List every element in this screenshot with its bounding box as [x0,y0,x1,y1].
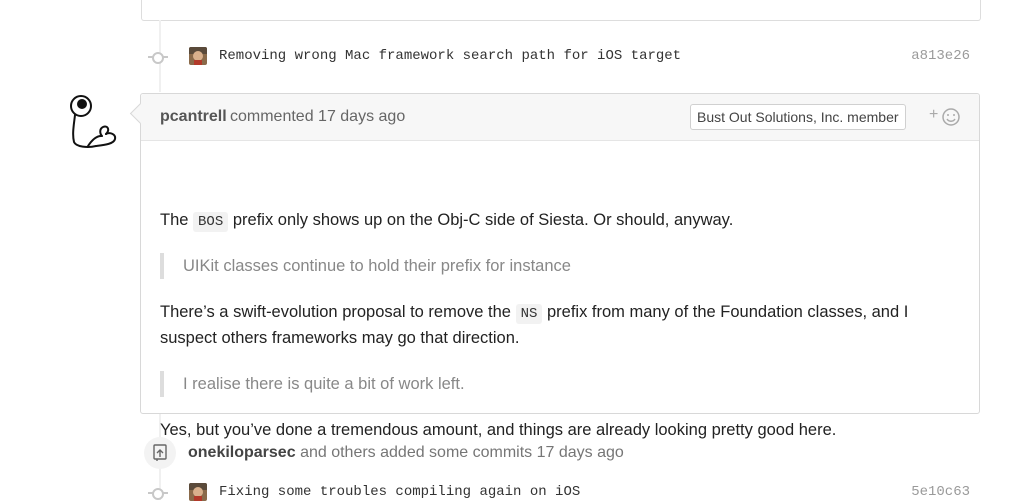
commit-row: Fixing some troubles compiling again on … [148,482,974,504]
comment-paragraph: suspect others frameworks may go that di… [160,329,520,347]
inline-code: BOS [193,212,229,232]
git-commit-icon [152,488,164,500]
commit-message-link[interactable]: Removing wrong Mac framework search path… [219,48,681,64]
comment-timestamp[interactable]: commented 17 days ago [230,108,405,126]
previous-comment-box [141,0,981,21]
commits-event: onekiloparsec and others added some comm… [188,444,624,461]
commit-author-avatar[interactable] [189,483,207,501]
comment-box: pcantrell commented 17 days ago Bust Out… [140,93,980,439]
comment-paragraph: There’s a swift-evolution proposal to re… [160,303,909,324]
event-actor-link[interactable]: onekiloparsec [188,444,296,461]
member-badge: Bust Out Solutions, Inc. member [690,104,906,130]
smiley-icon [942,108,960,126]
commit-author-avatar[interactable] [189,47,207,65]
avatar[interactable] [66,92,118,150]
blockquote: UIKit classes continue to hold their pre… [160,253,571,279]
inline-code: NS [515,304,543,324]
comment-paragraph: Yes, but you’ve done a tremendous amount… [160,421,837,439]
git-commit-icon [152,52,164,64]
add-reaction-button[interactable]: + [929,106,963,128]
commit-sha-link[interactable]: a813e26 [911,48,970,64]
comment-author-link[interactable]: pcantrell [160,108,227,126]
blockquote: I realise there is quite a bit of work l… [160,371,465,397]
commit-message-link[interactable]: Fixing some troubles compiling again on … [219,484,580,500]
commit-row: Removing wrong Mac framework search path… [148,46,974,68]
plus-icon: + [929,106,939,123]
comment-paragraph: The BOS prefix only shows up on the Obj-… [160,211,734,232]
commit-sha-link[interactable]: 5e10c63 [911,484,970,500]
repo-push-icon [144,437,176,469]
comment-header: pcantrell commented 17 days ago Bust Out… [141,94,979,141]
